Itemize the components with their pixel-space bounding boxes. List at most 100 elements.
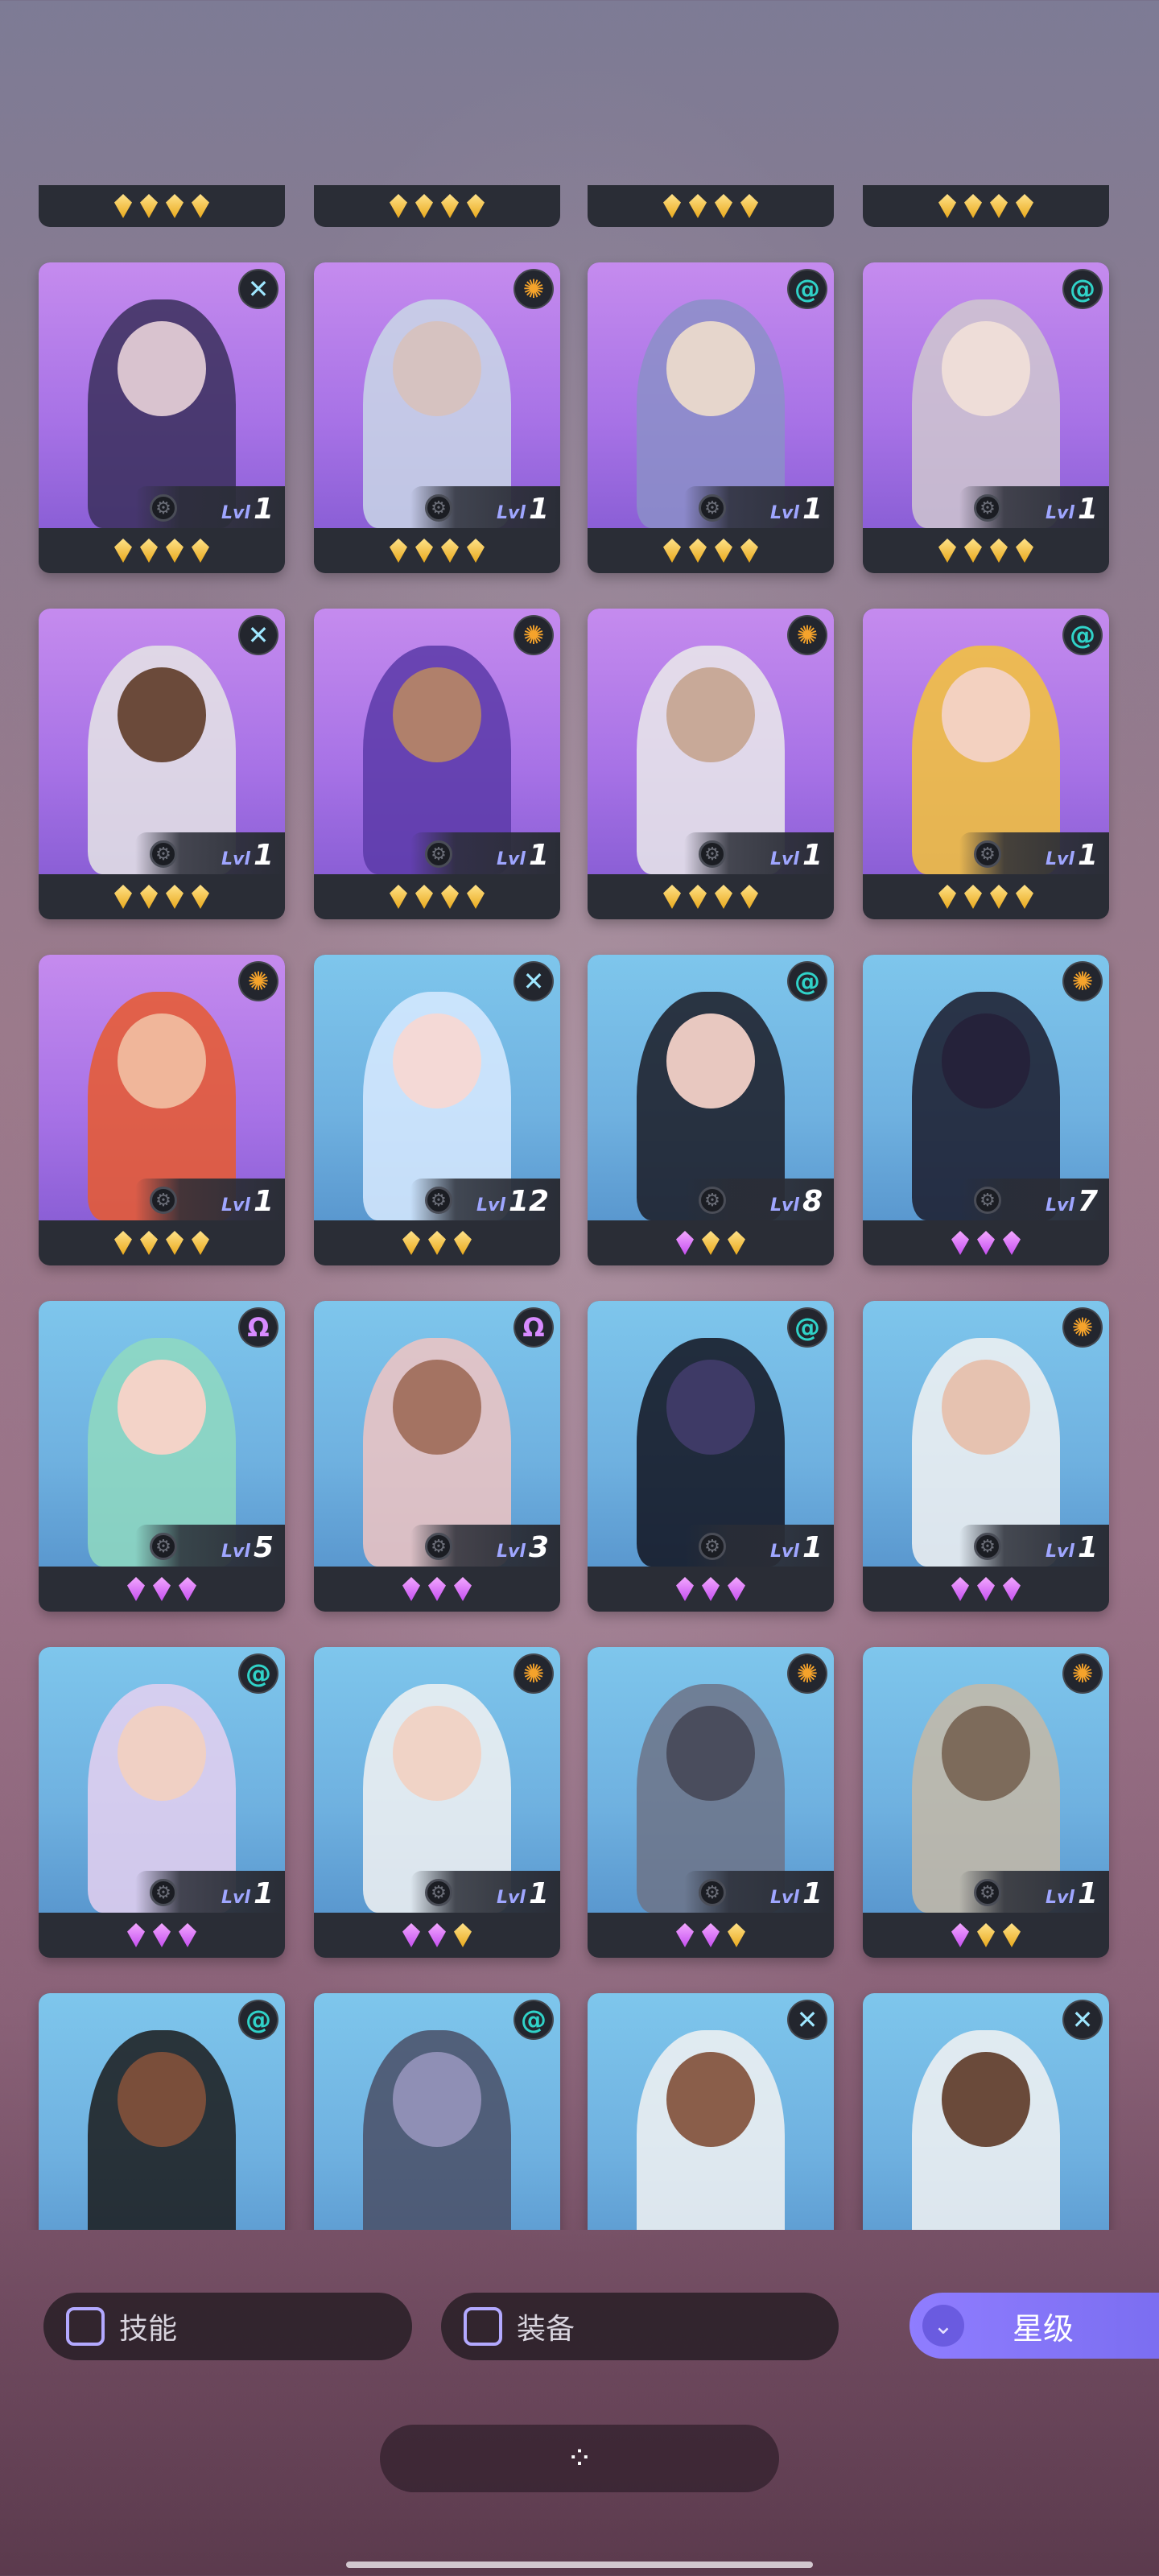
star-gem-icon [402,1231,420,1255]
hero-face [392,320,482,417]
star-rating [39,874,285,919]
hero-card[interactable]: ✕ [863,1993,1109,2230]
level-number: 1 [802,839,823,872]
star-gem-icon [702,1577,720,1601]
hero-card[interactable]: ✕ ⚙ Lvl 1 [39,262,285,573]
level-label: Lvl [497,1888,526,1908]
hero-level: Lvl 1 [770,1531,823,1564]
star-rating [314,1220,560,1265]
hero-level: Lvl 1 [221,839,274,872]
hero-card[interactable]: @ ⚙ Lvl 1 [863,609,1109,919]
hero-card[interactable]: ✺ ⚙ Lvl 1 [314,262,560,573]
hero-card[interactable]: ✺ ⚙ Lvl 7 [863,955,1109,1265]
star-gem-icon [728,1231,745,1255]
star-gem-icon [140,539,158,563]
hero-card[interactable]: ✕ ⚙ Lvl 1 [39,609,285,919]
star-gem-icon [964,194,982,218]
hero-level: Lvl 3 [497,1531,549,1564]
hero-card[interactable]: @ [314,1993,560,2230]
star-gem-icon [676,1577,694,1601]
hero-level: Lvl 8 [770,1185,823,1218]
hero-card[interactable]: Ω ⚙ Lvl 3 [314,1301,560,1612]
star-gem-icon [415,539,433,563]
star-gem-icon [740,539,758,563]
level-number: 1 [253,1185,274,1218]
checkbox-icon[interactable] [464,2307,502,2346]
gear-icon: ⚙ [974,1879,1001,1906]
checkbox-icon[interactable] [66,2307,105,2346]
hero-card[interactable]: Ω ⚙ Lvl 5 [39,1301,285,1612]
star-rating [588,874,834,919]
gear-icon: ⚙ [699,494,726,522]
star-gem-icon [402,1577,420,1601]
level-number: 7 [1077,1185,1098,1218]
spiral-faction-icon: @ [787,1307,827,1348]
star-rating [39,1913,285,1958]
hero-card[interactable]: @ ⚙ Lvl 1 [863,262,1109,573]
star-gem-icon [977,1231,995,1255]
star-gem-icon [428,1577,446,1601]
gear-icon: ⚙ [974,494,1001,522]
level-number: 1 [528,839,549,872]
filter-equipment-toggle[interactable]: 装备 [441,2293,839,2360]
hero-card[interactable]: ✺ ⚙ Lvl 1 [588,1647,834,1958]
star-gem-icon [663,194,681,218]
hero-face [666,1013,756,1109]
hero-card[interactable]: @ ⚙ Lvl 1 [39,1647,285,1958]
level-number: 1 [528,493,549,526]
hero-card-partial[interactable] [39,185,285,227]
star-gem-icon [127,1923,145,1947]
level-label: Lvl [1046,503,1074,523]
star-rating [39,528,285,573]
star-gem-icon [1016,885,1033,909]
star-gem-icon [153,1577,171,1601]
hero-level: Lvl 1 [1046,1531,1098,1564]
hero-card[interactable]: ✺ ⚙ Lvl 1 [863,1647,1109,1958]
star-rating [588,528,834,573]
star-gem-icon [166,539,184,563]
star-gem-icon [964,885,982,909]
hero-card[interactable]: ✕ ⚙ Lvl 12 [314,955,560,1265]
star-gem-icon [740,885,758,909]
star-gem-icon [428,1231,446,1255]
hero-card-partial[interactable] [588,185,834,227]
sun-faction-icon: ✺ [514,269,554,309]
hero-card[interactable]: ✺ ⚙ Lvl 1 [314,609,560,919]
hero-face [666,320,756,417]
hero-card[interactable]: @ ⚙ Lvl 1 [588,262,834,573]
hero-grid[interactable]: ✕ ⚙ Lvl 1 ✺ ⚙ Lvl 1 @ ⚙ Lvl 1 @ ⚙ Lvl 1 ✕ ⚙ Lvl 1 ✺ ⚙ Lvl 1 ✺ ⚙ Lv… [0,0,1159,2230]
spiral-faction-icon: @ [1062,269,1103,309]
gear-icon: ⚙ [150,1533,177,1560]
star-gem-icon [166,194,184,218]
hero-card[interactable]: @ ⚙ Lvl 1 [588,1301,834,1612]
hero-card[interactable]: ✺ ⚙ Lvl 1 [588,609,834,919]
hero-card[interactable]: ✺ ⚙ Lvl 1 [314,1647,560,1958]
hero-card-partial[interactable] [863,185,1109,227]
star-gem-icon [441,194,459,218]
home-indicator[interactable] [346,2562,813,2568]
hero-card[interactable]: ✺ ⚙ Lvl 1 [39,955,285,1265]
level-label: Lvl [221,1888,250,1908]
sort-by-star-button[interactable]: ⌄ 星级 [909,2293,1159,2359]
star-rating [314,1913,560,1958]
x-faction-icon: ✕ [1062,2000,1103,2040]
hero-level: Lvl 7 [1046,1185,1098,1218]
hero-level: Lvl 1 [221,1185,274,1218]
hero-card[interactable]: @ [39,1993,285,2230]
hero-card[interactable]: @ ⚙ Lvl 8 [588,955,834,1265]
hero-card[interactable]: ✺ ⚙ Lvl 1 [863,1301,1109,1612]
gear-icon: ⚙ [425,840,452,868]
gear-icon: ⚙ [699,840,726,868]
star-gem-icon [977,1577,995,1601]
hero-card[interactable]: ✕ [588,1993,834,2230]
level-label: Lvl [770,1888,799,1908]
star-gem-icon [938,194,956,218]
filter-skill-toggle[interactable]: 技能 [43,2293,412,2360]
level-number: 1 [802,1877,823,1910]
star-gem-icon [454,1577,472,1601]
star-gem-icon [192,539,209,563]
level-number: 12 [508,1185,549,1218]
hero-face [941,320,1031,417]
hero-card-partial[interactable] [314,185,560,227]
bottom-menu-button[interactable]: ⁘ [380,2425,779,2492]
